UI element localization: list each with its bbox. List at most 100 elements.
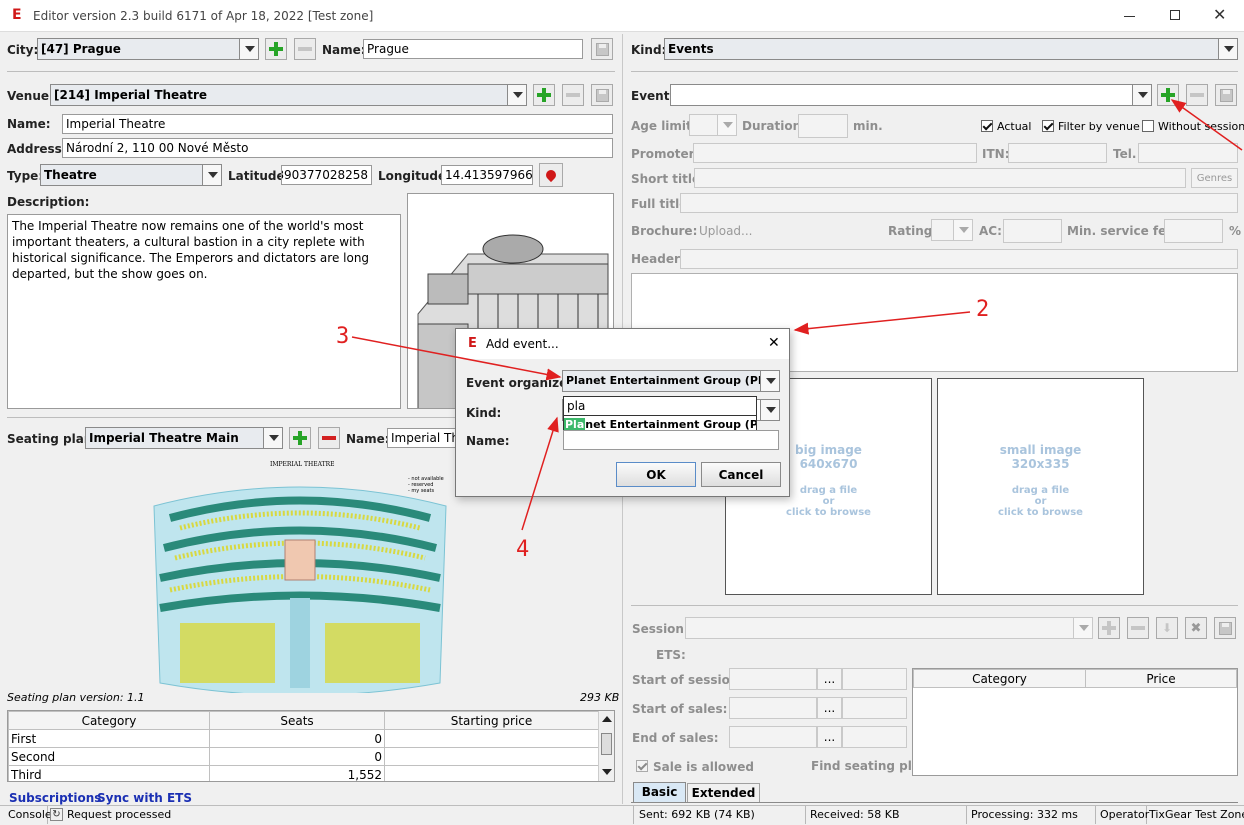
tel-field[interactable] <box>1138 143 1238 163</box>
column-header-price[interactable]: Price <box>1085 669 1237 688</box>
column-header-starting-price[interactable]: Starting price <box>384 711 599 730</box>
filter-by-venue-checkbox[interactable] <box>1042 120 1054 132</box>
latitude-field[interactable]: 0.0890377028258 <box>281 165 372 185</box>
genres-button[interactable]: Genres <box>1191 168 1238 188</box>
sync-ets-link[interactable]: Sync with ETS <box>97 791 192 805</box>
remove-city-button[interactable] <box>294 38 316 60</box>
add-event-button[interactable] <box>1157 84 1179 106</box>
add-venue-button[interactable] <box>533 84 555 106</box>
duration-label: Duration: <box>742 119 806 133</box>
minus-icon <box>566 93 580 97</box>
start-of-sales-date[interactable] <box>729 697 817 719</box>
tel-label: Tel. <box>1113 147 1137 161</box>
actual-checkbox[interactable] <box>981 120 993 132</box>
column-header-category[interactable]: Category <box>8 711 210 730</box>
header-field[interactable] <box>680 249 1238 269</box>
map-pin-button[interactable] <box>539 163 563 187</box>
save-venue-button[interactable] <box>591 84 613 106</box>
city-name-field[interactable]: Prague <box>363 39 583 59</box>
ac-field[interactable] <box>1003 219 1062 243</box>
table-row[interactable]: First 0 <box>8 729 599 748</box>
chevron-down-icon <box>717 115 736 135</box>
add-session-button[interactable] <box>1098 617 1120 639</box>
remove-event-button[interactable] <box>1186 84 1208 106</box>
console-button[interactable]: Console <box>5 806 52 824</box>
table-scrollbar[interactable] <box>598 711 614 781</box>
kind-combo[interactable]: Events <box>664 38 1238 60</box>
add-seating-plan-button[interactable] <box>289 427 311 449</box>
save-session-button[interactable] <box>1214 617 1236 639</box>
start-of-sales-picker[interactable]: ... <box>817 697 842 719</box>
promoter-field[interactable] <box>693 143 977 163</box>
tools-session-button[interactable]: ✖ <box>1185 617 1207 639</box>
dialog-name-field[interactable] <box>563 430 779 450</box>
city-combo[interactable]: [47] Prague <box>37 38 259 60</box>
rating-combo[interactable] <box>931 219 973 241</box>
venue-label: Venue: <box>7 89 54 103</box>
start-of-sales-time[interactable] <box>842 697 907 719</box>
scroll-down-icon[interactable] <box>602 769 612 775</box>
arrow-down-icon: ⬇ <box>1161 621 1173 635</box>
subscriptions-link[interactable]: Subscriptions <box>9 791 101 805</box>
event-organizer-combo[interactable]: Planet Entertainment Group (PEG) <box>562 370 780 392</box>
remove-seating-plan-button[interactable] <box>318 427 340 449</box>
add-city-button[interactable] <box>265 38 287 60</box>
table-row[interactable]: Third 1,552 <box>8 765 599 781</box>
dialog-kind-input[interactable]: pla <box>563 396 757 416</box>
venue-name-field[interactable]: Imperial Theatre <box>62 114 613 134</box>
cancel-button[interactable]: Cancel <box>701 462 781 487</box>
full-title-field[interactable] <box>680 193 1238 213</box>
end-of-sales-time[interactable] <box>842 726 907 748</box>
description-textarea[interactable]: The Imperial Theatre now remains one of … <box>7 214 401 409</box>
save-event-button[interactable] <box>1215 84 1237 106</box>
ets-label: ETS: <box>656 648 686 662</box>
age-limit-combo[interactable] <box>689 114 737 136</box>
window-title: Editor version 2.3 build 6171 of Apr 18,… <box>33 9 374 23</box>
sale-allowed-label: Sale is allowed <box>653 760 754 774</box>
upload-link[interactable]: Upload... <box>699 224 753 238</box>
divider <box>631 605 1238 606</box>
table-row[interactable]: Second 0 <box>8 747 599 766</box>
short-title-field[interactable] <box>694 168 1186 188</box>
seating-plan-combo[interactable]: Imperial Theatre Main <box>85 427 283 449</box>
remove-venue-button[interactable] <box>562 84 584 106</box>
venue-combo[interactable]: [214] Imperial Theatre <box>50 84 527 106</box>
save-city-button[interactable] <box>591 38 613 60</box>
tab-extended[interactable]: Extended <box>687 783 760 802</box>
end-of-sales-date[interactable] <box>729 726 817 748</box>
remove-session-button[interactable] <box>1127 617 1149 639</box>
close-icon[interactable]: ✕ <box>768 335 780 351</box>
session-combo[interactable] <box>685 617 1093 639</box>
end-of-sales-picker[interactable]: ... <box>817 726 842 748</box>
start-of-session-picker[interactable]: ... <box>817 668 842 690</box>
itn-field[interactable] <box>1008 143 1107 163</box>
event-combo[interactable] <box>670 84 1152 106</box>
address-field[interactable]: Národní 2, 110 00 Nové Město <box>62 138 613 158</box>
move-session-button[interactable]: ⬇ <box>1156 617 1178 639</box>
plus-icon <box>537 88 551 102</box>
scroll-up-icon[interactable] <box>602 716 612 722</box>
maximize-icon[interactable] <box>1170 10 1180 20</box>
column-header-category[interactable]: Category <box>913 669 1086 688</box>
ok-button[interactable]: OK <box>616 462 696 487</box>
refresh-icon[interactable]: ↻ <box>50 808 63 821</box>
column-header-seats[interactable]: Seats <box>209 711 385 730</box>
seating-plan-map[interactable]: IMPERIAL THEATRE - not available - reser… <box>150 458 450 696</box>
longitude-field[interactable]: 14.4135979666 <box>441 165 533 185</box>
without-sessions-checkbox[interactable] <box>1142 120 1154 132</box>
duration-field[interactable] <box>798 114 848 138</box>
chevron-down-icon <box>1132 85 1151 105</box>
scroll-thumb[interactable] <box>601 733 612 755</box>
start-of-session-time[interactable] <box>842 668 907 690</box>
start-of-session-date[interactable] <box>729 668 817 690</box>
close-icon[interactable]: ✕ <box>1213 5 1226 24</box>
small-image-dropzone[interactable]: small image 320x335 drag a file or click… <box>937 378 1144 595</box>
type-combo[interactable]: Theatre <box>40 164 222 186</box>
min-service-fee-field[interactable] <box>1164 219 1223 243</box>
sale-allowed-checkbox[interactable] <box>636 760 648 772</box>
find-seating-plan-link[interactable]: Find seating plan <box>811 759 929 773</box>
sent-indicator: Sent: 692 KB (74 KB) <box>636 806 806 824</box>
tab-basic[interactable]: Basic <box>633 782 686 802</box>
minimize-icon[interactable] <box>1124 16 1135 17</box>
kind-label: Kind: <box>631 43 667 57</box>
